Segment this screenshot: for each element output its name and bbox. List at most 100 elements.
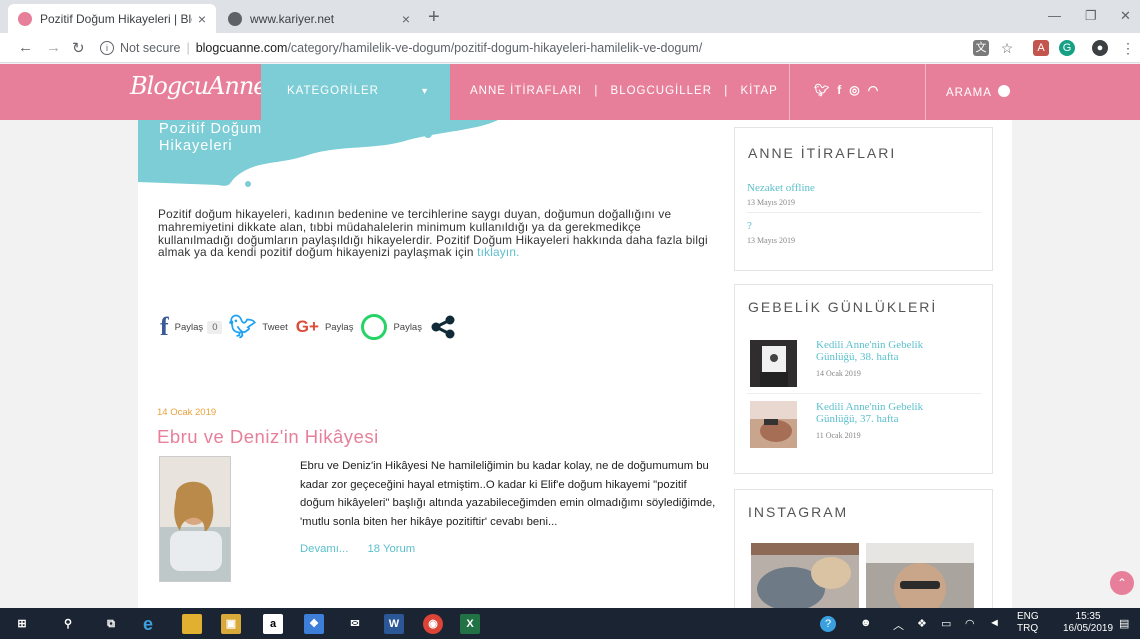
facebook-icon[interactable]: f (160, 312, 169, 342)
windows-start-icon[interactable]: ⊞ (12, 614, 32, 634)
comments-link[interactable]: 18 Yorum (367, 543, 415, 555)
widget-title: GEBELİK GÜNLÜKLERİ (748, 299, 938, 315)
reload-icon[interactable]: ↻ (72, 39, 85, 57)
search-button[interactable]: ARAMA (946, 85, 1011, 99)
people-icon[interactable]: ☻ (860, 617, 872, 629)
list-item-link[interactable]: ? (747, 220, 752, 232)
list-item-link[interactable]: Kedili Anne'nin Gebelik Günlüğü, 37. haf… (816, 401, 966, 425)
system-clock[interactable]: 15:35 16/05/2019 (1063, 611, 1113, 635)
instagram-widget: INSTAGRAM (734, 489, 993, 609)
whatsapp-icon[interactable] (361, 314, 388, 340)
instagram-icon[interactable]: ◎ (849, 83, 867, 97)
social-links: 🐦︎f◎◠ (814, 83, 886, 97)
page-background: Pozitif Doğum Hikayeleri Pozitif doğum h… (0, 120, 1140, 609)
list-item-date: 11 Ocak 2019 (816, 431, 861, 440)
language-indicator[interactable]: ENG TRQ (1017, 611, 1039, 635)
nav-blogcugiller[interactable]: BLOGCUGİLLER (611, 85, 712, 97)
share-bar: f Paylaş 0 🐦︎ Tweet G+ Paylaş Paylaş (160, 312, 456, 342)
gebelik-gunlukleri-widget: GEBELİK GÜNLÜKLERİ Kedili Anne'nin Gebel… (734, 284, 993, 474)
facebook-share-count: 0 (207, 320, 223, 334)
close-tab-icon[interactable]: × (198, 11, 206, 27)
list-item-link[interactable]: Kedili Anne'nin Gebelik Günlüğü, 38. haf… (816, 339, 966, 363)
notifications-icon[interactable]: ▤ (1119, 617, 1129, 630)
info-icon[interactable]: i (100, 41, 114, 55)
task-view-icon[interactable]: ⧉ (101, 614, 121, 634)
minimize-icon[interactable]: — (1048, 8, 1061, 23)
list-item-thumbnail[interactable] (750, 401, 797, 448)
twitter-icon[interactable]: 🐦︎ (814, 83, 837, 97)
post-photo (160, 457, 230, 581)
instagram-photo[interactable] (751, 543, 859, 609)
file-explorer-icon[interactable] (182, 614, 202, 634)
facebook-icon[interactable]: f (837, 83, 849, 97)
post-links: Devamı... 18 Yorum (300, 543, 415, 555)
scroll-to-top-button[interactable]: ⌃ (1110, 571, 1134, 595)
categories-menu-button[interactable]: KATEGORİLER ▼ (261, 64, 450, 120)
word-icon[interactable]: W (384, 614, 404, 634)
store-icon[interactable]: ▣ (221, 614, 241, 634)
bookmark-star-icon[interactable]: ☆ (999, 40, 1015, 56)
excel-icon[interactable]: X (460, 614, 480, 634)
forward-icon[interactable]: → (46, 39, 61, 56)
instagram-photo[interactable] (866, 543, 974, 609)
menu-icon[interactable]: ⋮ (1120, 40, 1136, 56)
header-nav: ANNE İTİRAFLARI | BLOGCUGİLLER | KİTAP (470, 85, 778, 97)
read-more-link[interactable]: Devamı... (300, 543, 348, 555)
dropbox-icon[interactable]: ❖ (304, 614, 324, 634)
description-link[interactable]: tıklayın. (477, 245, 519, 259)
anne-itiraflari-widget: ANNE İTİRAFLARI Nezaket offline 13 Mayıs… (734, 127, 993, 271)
site-header: BlogcuAnne KATEGORİLER ▼ ANNE İTİRAFLARI… (0, 64, 1140, 120)
gplus-share-label[interactable]: Paylaş (325, 322, 354, 333)
grammarly-icon[interactable]: G (1059, 40, 1075, 56)
category-description: Pozitif doğum hikayeleri, kadının bedeni… (158, 207, 708, 260)
tab-kariyer[interactable]: www.kariyer.net × (218, 4, 420, 33)
windows-taskbar: ⊞ ⚲ ⧉ e ▣ a ❖ ✉ W ◉ X ? ☻ ︿ ❖ ▭ ◠ ◄ ENG … (0, 608, 1140, 639)
browser-tabstrip: Pozitif Doğum Hikayeleri | Blogcu × www.… (0, 0, 1140, 33)
mail-icon[interactable]: ✉ (345, 614, 365, 634)
chevron-down-icon: ▼ (420, 86, 430, 96)
back-icon[interactable]: ← (18, 39, 33, 56)
translate-icon[interactable]: 文 (973, 40, 989, 56)
post-excerpt: Ebru ve Deniz'in Hikâyesi Ne hamileliğim… (300, 460, 716, 528)
dropbox-tray-icon[interactable]: ❖ (917, 617, 927, 630)
rss-icon[interactable]: ◠ (868, 83, 886, 97)
new-tab-button[interactable]: + (428, 6, 440, 29)
list-item-link[interactable]: Nezaket offline (747, 182, 815, 194)
window-close-icon[interactable]: ✕ (1120, 8, 1131, 24)
volume-icon[interactable]: ◄ (989, 617, 1000, 629)
tweet-label[interactable]: Tweet (262, 322, 287, 333)
facebook-share-label[interactable]: Paylaş (175, 322, 204, 333)
edge-icon[interactable]: e (138, 614, 158, 634)
profile-icon[interactable]: ● (1092, 40, 1108, 56)
help-icon[interactable]: ? (820, 616, 836, 632)
list-item-thumbnail[interactable] (750, 340, 797, 387)
post-thumbnail[interactable] (159, 456, 231, 582)
twitter-icon[interactable]: 🐦︎ (228, 314, 256, 340)
whatsapp-share-label[interactable]: Paylaş (393, 322, 422, 333)
extension-icon[interactable]: A (1033, 40, 1049, 56)
share-icon[interactable] (430, 315, 456, 339)
site-logo[interactable]: BlogcuAnne (130, 72, 267, 100)
url-host: blogcuanne.com (195, 41, 288, 55)
close-tab-icon[interactable]: × (402, 11, 410, 27)
nav-kitap[interactable]: KİTAP (740, 85, 777, 97)
restore-icon[interactable]: ❐ (1085, 8, 1097, 24)
url-field[interactable]: i Not secure | blogcuanne.com /category/… (100, 37, 960, 59)
post-title[interactable]: Ebru ve Deniz'in Hikâyesi (157, 426, 379, 448)
battery-icon[interactable]: ▭ (941, 617, 951, 630)
content-card: Pozitif Doğum Hikayeleri Pozitif doğum h… (138, 120, 1012, 609)
search-icon[interactable]: ⚲ (58, 614, 78, 634)
google-plus-icon[interactable]: G+ (296, 317, 319, 337)
category-title: Pozitif Doğum Hikayeleri (159, 121, 263, 154)
amazon-icon[interactable]: a (263, 614, 283, 634)
wifi-icon[interactable]: ◠ (965, 617, 975, 630)
chrome-icon[interactable]: ◉ (423, 614, 443, 634)
search-icon (998, 85, 1011, 97)
nav-anne-itiraflari[interactable]: ANNE İTİRAFLARI (470, 85, 582, 97)
widget-title: INSTAGRAM (748, 504, 849, 520)
list-item-date: 13 Mayıs 2019 (747, 198, 795, 207)
tab-blogcuanne[interactable]: Pozitif Doğum Hikayeleri | Blogcu × (8, 4, 216, 33)
chevron-up-icon[interactable]: ︿ (893, 617, 904, 633)
categories-label: KATEGORİLER (287, 85, 379, 97)
tab-title: www.kariyer.net (250, 11, 335, 26)
